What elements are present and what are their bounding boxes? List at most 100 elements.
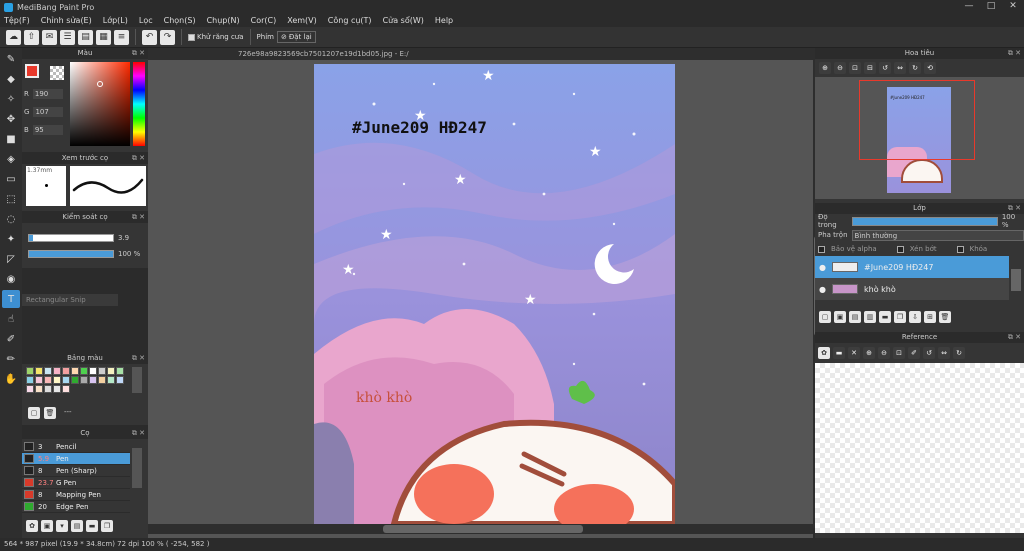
- brush-item[interactable]: 23.7 G Pen: [22, 477, 130, 489]
- brush-opacity-slider[interactable]: [28, 250, 114, 258]
- horizontal-scroll-thumb[interactable]: [383, 525, 583, 533]
- reference-open-icon[interactable]: ✿: [818, 347, 830, 359]
- brush-item[interactable]: 5.9 Pen: [22, 453, 130, 465]
- palette-swatch[interactable]: [62, 376, 70, 384]
- panel-menu-icon[interactable]: ⧉ ✕: [132, 428, 145, 439]
- magic-wand-tool-icon[interactable]: ✦: [2, 230, 20, 248]
- brush-folder-icon[interactable]: ▬: [86, 520, 98, 532]
- brush-size-slider[interactable]: [28, 234, 114, 242]
- panel-menu-icon[interactable]: ⧉ ✕: [132, 353, 145, 364]
- protect-alpha-checkbox[interactable]: [818, 245, 825, 253]
- page-icon[interactable]: ▤: [78, 29, 93, 45]
- saturation-value-picker[interactable]: [70, 62, 130, 146]
- reference-flip-icon[interactable]: ⇔: [938, 347, 950, 359]
- menu-file[interactable]: Tệp(F): [4, 16, 30, 25]
- reset-view-icon[interactable]: ⟲: [924, 62, 936, 74]
- artwork-caption-text[interactable]: khò khò: [356, 390, 412, 406]
- panel-menu-icon[interactable]: ⧉ ✕: [1008, 332, 1021, 343]
- canvas-area[interactable]: 726e98a9823569cb7501207e19d1bd05.jpg - E…: [148, 48, 813, 538]
- new-layer-icon[interactable]: ▢: [819, 311, 831, 323]
- actual-size-icon[interactable]: ⊟: [864, 62, 876, 74]
- palette-swatch[interactable]: [116, 367, 124, 375]
- flip-icon[interactable]: ⇔: [894, 62, 906, 74]
- palette-swatch[interactable]: [98, 367, 106, 375]
- menu-select[interactable]: Chọn(S): [164, 16, 196, 25]
- panel-menu-icon[interactable]: ⧉ ✕: [1008, 48, 1021, 59]
- fill-tool-icon[interactable]: ◈: [2, 150, 20, 168]
- menu-view[interactable]: Xem(V): [287, 16, 317, 25]
- palette-swatch[interactable]: [26, 367, 34, 375]
- layer-item[interactable]: ● #June209 HĐ247: [815, 256, 1009, 278]
- eraser-tool-icon[interactable]: ◆: [2, 70, 20, 88]
- r-value-field[interactable]: 190: [32, 89, 63, 99]
- new-halftone-layer-icon[interactable]: ▣: [834, 311, 846, 323]
- upload-icon[interactable]: ⇧: [24, 29, 39, 45]
- eye-icon[interactable]: ●: [819, 285, 826, 294]
- delete-palette-icon[interactable]: 🗑: [44, 407, 56, 419]
- artwork-canvas[interactable]: ★ ★ ★ ★ ★ ★ ★ #June209 HĐ247 khò khò: [314, 64, 675, 524]
- eyedropper-tool-icon[interactable]: ✐: [2, 330, 20, 348]
- zoom-in-icon[interactable]: ⊕: [819, 62, 831, 74]
- duplicate-layer-icon[interactable]: ❐: [894, 311, 906, 323]
- layer-opacity-slider[interactable]: [852, 216, 998, 226]
- fit-icon[interactable]: ⊡: [849, 62, 861, 74]
- document-tab[interactable]: 726e98a9823569cb7501207e19d1bd05.jpg - E…: [148, 48, 813, 60]
- move-tool-icon[interactable]: ✥: [2, 110, 20, 128]
- layer-item[interactable]: ● khò khò: [815, 278, 1009, 300]
- divide-tool-icon[interactable]: ◉: [2, 270, 20, 288]
- palette-swatch[interactable]: [80, 376, 88, 384]
- brush-tool-icon[interactable]: ✎: [2, 50, 20, 68]
- zoom-out-icon[interactable]: ⊖: [834, 62, 846, 74]
- palette-swatch[interactable]: [62, 385, 70, 393]
- palette-swatch[interactable]: [35, 367, 43, 375]
- brush-size-value[interactable]: 3.9: [118, 234, 129, 242]
- palette-swatch[interactable]: [71, 376, 79, 384]
- reference-rotate-left-icon[interactable]: ↺: [923, 347, 935, 359]
- palette-swatch[interactable]: [44, 385, 52, 393]
- menu-edit[interactable]: Chỉnh sửa(E): [41, 16, 92, 25]
- palette-swatch[interactable]: [107, 367, 115, 375]
- primary-color-swatch[interactable]: [25, 64, 39, 78]
- hue-slider[interactable]: [133, 62, 145, 146]
- palette-swatch[interactable]: [116, 376, 124, 384]
- layer-settings-icon[interactable]: ⊞: [924, 311, 936, 323]
- layer-list-scrollbar[interactable]: [1011, 269, 1021, 291]
- panel-menu-icon[interactable]: ⧉ ✕: [132, 153, 145, 164]
- reference-zoom-out-icon[interactable]: ⊖: [878, 347, 890, 359]
- lasso-tool-icon[interactable]: ◌: [2, 210, 20, 228]
- grid-icon[interactable]: ▦: [96, 29, 111, 45]
- palette-scrollbar[interactable]: [132, 367, 142, 393]
- cloud-icon[interactable]: ☁: [6, 29, 21, 45]
- new-8bit-layer-icon[interactable]: ▤: [849, 311, 861, 323]
- new-1bit-layer-icon[interactable]: ▥: [864, 311, 876, 323]
- palette-swatch[interactable]: [53, 367, 61, 375]
- palette-swatch[interactable]: [26, 376, 34, 384]
- hand-tool-icon[interactable]: ✋: [2, 370, 20, 388]
- palette-swatch[interactable]: [80, 367, 88, 375]
- secondary-color-swatch[interactable]: [50, 66, 64, 80]
- reference-eyedropper-icon[interactable]: ✐: [908, 347, 920, 359]
- eye-icon[interactable]: ●: [819, 263, 826, 272]
- brush-opacity-value[interactable]: 100 %: [118, 250, 140, 258]
- chat-icon[interactable]: ☰: [60, 29, 75, 45]
- palette-swatch[interactable]: [35, 376, 43, 384]
- palette-swatch[interactable]: [53, 376, 61, 384]
- undo-icon[interactable]: ↶: [142, 29, 157, 45]
- palette-swatch[interactable]: [98, 376, 106, 384]
- menu-comic[interactable]: Cor(C): [251, 16, 277, 25]
- palette-swatch[interactable]: [44, 367, 52, 375]
- select-tool-icon[interactable]: ⬚: [2, 190, 20, 208]
- blend-mode-select[interactable]: Bình thường: [851, 229, 1024, 241]
- antialias-checkbox[interactable]: [188, 33, 195, 41]
- select-pen-tool-icon[interactable]: ◸: [2, 250, 20, 268]
- minimize-icon[interactable]: —: [958, 0, 980, 14]
- palette-swatch[interactable]: [35, 385, 43, 393]
- menu-capture[interactable]: Chụp(N): [207, 16, 240, 25]
- redo-icon[interactable]: ↷: [160, 29, 175, 45]
- palette-swatch[interactable]: [53, 385, 61, 393]
- canvas-horizontal-scrollbar[interactable]: [148, 524, 813, 534]
- reference-folder-icon[interactable]: ▬: [833, 347, 845, 359]
- antialias-toggle[interactable]: Khử răng cưa: [188, 33, 244, 41]
- rotate-right-icon[interactable]: ↻: [909, 62, 921, 74]
- brush-copy-icon[interactable]: ❐: [101, 520, 113, 532]
